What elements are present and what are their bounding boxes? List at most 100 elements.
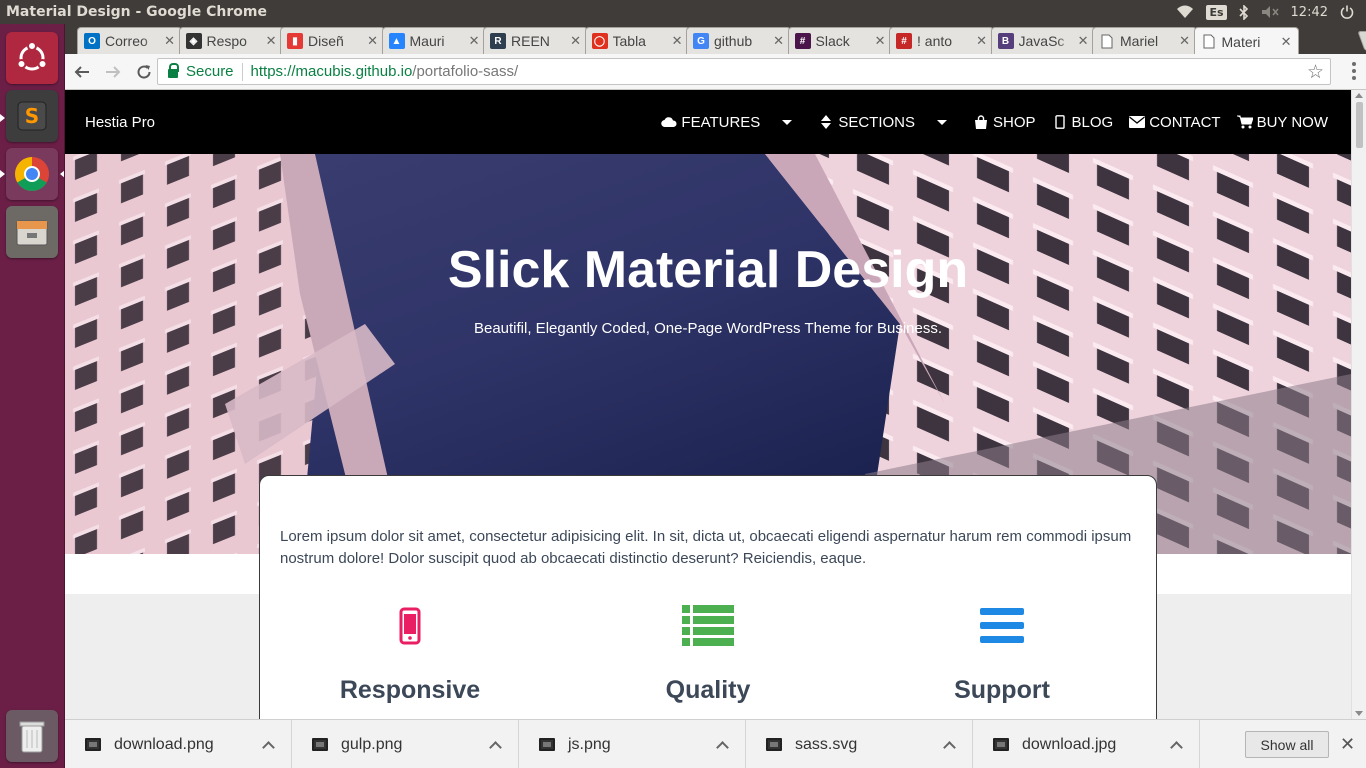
hero-subtitle: Beautifil, Elegantly Coded, One-Page Wor… [473, 320, 943, 337]
menu-item-shop[interactable]: SHOP [965, 90, 1044, 154]
mobile-phone-icon [280, 604, 540, 648]
secure-label: Secure [186, 63, 234, 80]
chrome-icon[interactable] [6, 148, 58, 200]
file-icon [539, 738, 555, 751]
chevron-up-icon[interactable] [716, 740, 729, 754]
menu-label: BLOG [1071, 113, 1114, 131]
shopping-bag-icon [973, 114, 989, 130]
svg-text:S: S [25, 104, 39, 128]
close-icon[interactable]: ✕ [1179, 33, 1190, 49]
os-top-bar: Material Design - Google Chrome Es 12:42 [0, 0, 1366, 24]
menu-item-contact[interactable]: CONTACT [1121, 90, 1228, 154]
download-item[interactable]: sass.svg [746, 720, 973, 768]
clock[interactable]: 12:42 [1291, 5, 1328, 20]
close-icon[interactable]: ✕ [164, 33, 175, 49]
bookmark-star-icon[interactable]: ☆ [1307, 61, 1324, 84]
tab-item[interactable]: Mariel ✕ [1092, 27, 1197, 54]
menu-item-buy-now[interactable]: BUY NOW [1229, 90, 1336, 154]
close-icon[interactable]: ✕ [773, 33, 784, 49]
reload-button[interactable] [130, 58, 158, 86]
files-icon[interactable] [6, 206, 58, 258]
tab-item[interactable]: R REEN ✕ [483, 27, 588, 54]
url-path[interactable]: /portafolio-sass/ [412, 63, 518, 80]
scroll-up-arrow-icon[interactable] [1355, 93, 1363, 98]
new-tab-button[interactable] [1357, 31, 1366, 51]
tab-item[interactable]: O Correo ✕ [77, 27, 182, 54]
volume-icon[interactable] [1261, 5, 1279, 19]
menu-item-blog[interactable]: BLOG [1044, 90, 1122, 154]
download-filename: js.png [568, 735, 611, 753]
close-icon[interactable]: ✕ [875, 33, 886, 49]
trash-icon[interactable] [6, 710, 58, 762]
feature-support: Support [872, 604, 1132, 705]
ubuntu-dash-icon[interactable] [6, 32, 58, 84]
tab-item[interactable]: # ! anto ✕ [889, 27, 994, 54]
chevron-down-icon[interactable] [782, 119, 793, 125]
close-icon[interactable]: ✕ [1281, 34, 1292, 50]
tab-item[interactable]: ◯ Tabla ✕ [584, 27, 690, 54]
running-indicator [0, 114, 5, 122]
tab-item[interactable]: Ggithub ✕ [686, 27, 791, 54]
file-icon [993, 738, 1009, 751]
close-icon[interactable]: ✕ [266, 33, 277, 49]
site-menu: FEATURES SECTIONS SHOP BLOG CONTACT BUY … [653, 90, 1336, 154]
sublime-text-icon[interactable]: S [6, 90, 58, 142]
feature-title: Quality [665, 676, 751, 704]
forward-arrow-icon [106, 65, 121, 78]
tab-label: Diseñ [308, 33, 344, 49]
close-icon[interactable]: ✕ [672, 33, 683, 49]
forward-button[interactable] [99, 58, 127, 86]
show-all-button[interactable]: Show all [1245, 731, 1329, 758]
reload-icon [137, 64, 151, 79]
url-origin[interactable]: https://macubis.github.io [251, 63, 413, 80]
download-item[interactable]: download.jpg [973, 720, 1200, 768]
chevron-up-icon[interactable] [1170, 740, 1183, 754]
close-icon[interactable]: ✕ [1078, 33, 1089, 49]
tab-label: ! anto [917, 33, 953, 49]
google-icon: G [693, 33, 709, 49]
site-brand[interactable]: Hestia Pro [85, 114, 653, 131]
tab-item[interactable]: ▮ Diseñ ✕ [280, 27, 385, 54]
close-icon[interactable]: ✕ [367, 33, 378, 49]
bluetooth-icon[interactable] [1238, 4, 1249, 20]
chevron-up-icon[interactable] [943, 740, 956, 754]
menu-label: SECTIONS [838, 113, 915, 131]
page-scrollbar[interactable] [1351, 90, 1366, 719]
tab-item[interactable]: # Slack ✕ [787, 27, 893, 54]
menu-item-features[interactable]: FEATURES [653, 90, 810, 154]
tab-label: github [714, 33, 753, 49]
feature-responsive: Responsive [280, 604, 540, 705]
menu-label: FEATURES [681, 113, 761, 131]
hero-title: Slick Material Design [447, 241, 969, 299]
tab-label: Respo [206, 33, 247, 49]
chrome-menu-icon[interactable] [1346, 62, 1362, 80]
chevron-down-icon[interactable] [937, 119, 947, 125]
download-filename: gulp.png [341, 735, 403, 753]
close-icon[interactable]: ✕ [1340, 734, 1355, 755]
tab-label: JavaSc [1018, 33, 1065, 49]
scrollbar-thumb[interactable] [1356, 102, 1363, 148]
tab-item[interactable]: B JavaSc ✕ [990, 27, 1096, 54]
download-item[interactable]: download.png [65, 720, 292, 768]
keyboard-layout-indicator[interactable]: Es [1206, 4, 1227, 20]
chevron-up-icon[interactable] [262, 740, 275, 754]
reen-icon: R [490, 33, 506, 49]
scroll-down-arrow-icon[interactable] [1355, 711, 1363, 716]
download-item[interactable]: js.png [519, 720, 746, 768]
wifi-icon[interactable] [1176, 5, 1194, 19]
power-icon[interactable] [1340, 5, 1354, 19]
download-item[interactable]: gulp.png [292, 720, 519, 768]
tab-active[interactable]: Materi ✕ [1193, 27, 1299, 55]
chevron-up-icon[interactable] [489, 740, 502, 754]
omnibox-divider [241, 62, 243, 81]
close-icon[interactable]: ✕ [976, 33, 987, 49]
tab-item[interactable]: ▲ Mauri ✕ [381, 27, 487, 54]
tab-item[interactable]: ◈ Respo ✕ [178, 27, 284, 54]
address-bar[interactable]: Secure https://macubis.github.io/portafo… [157, 58, 1331, 85]
back-button[interactable] [68, 58, 96, 86]
close-icon[interactable]: ✕ [469, 33, 480, 49]
menu-label: BUY NOW [1256, 113, 1328, 131]
tab-label: Mariel [1120, 33, 1159, 49]
menu-item-sections[interactable]: SECTIONS [810, 90, 965, 154]
close-icon[interactable]: ✕ [570, 33, 581, 49]
